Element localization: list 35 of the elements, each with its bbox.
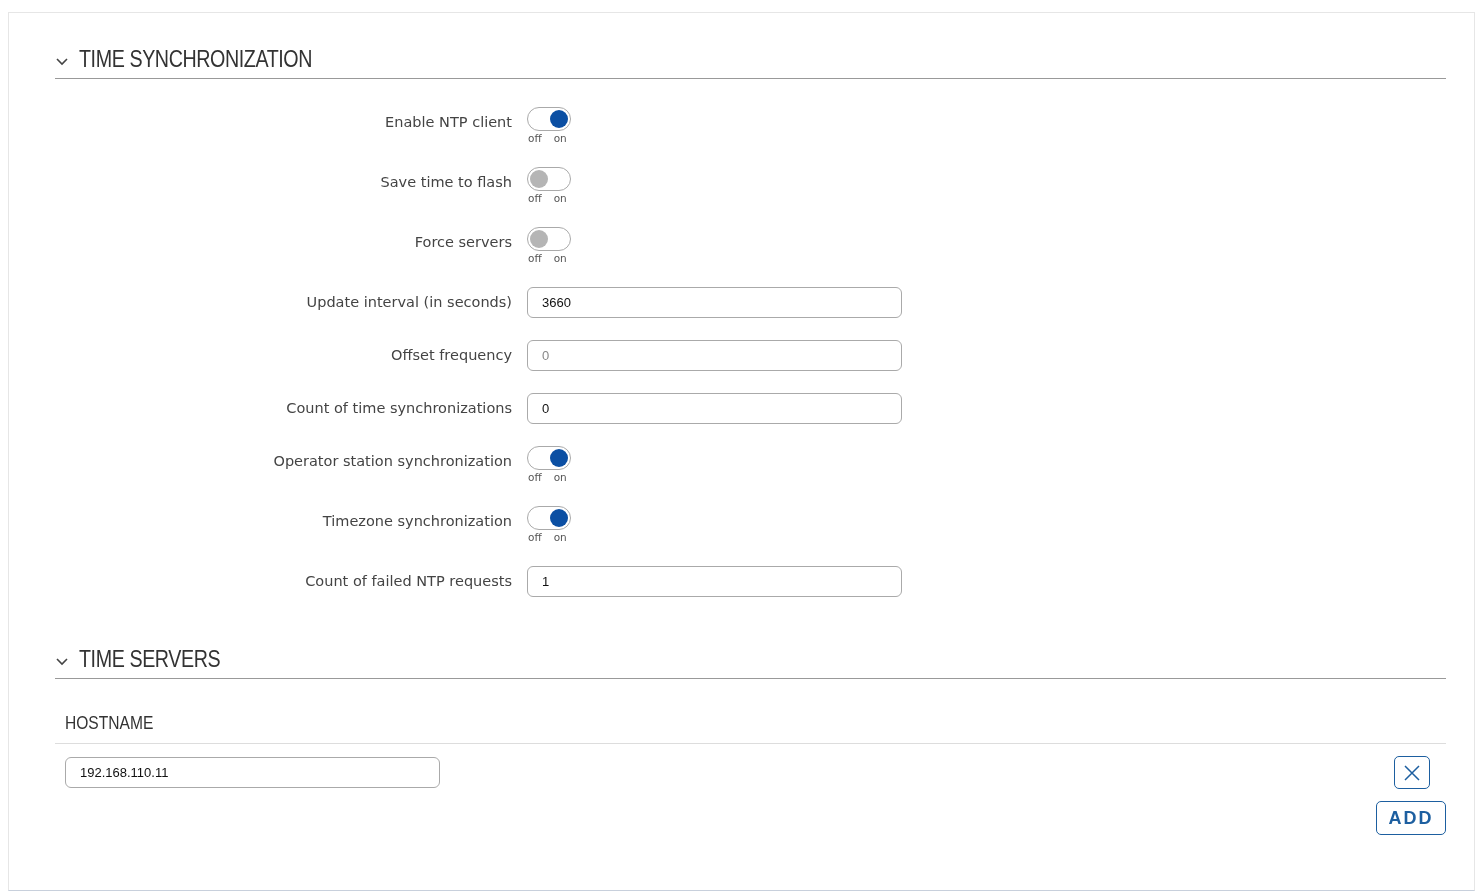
field-label: Timezone synchronization bbox=[321, 511, 513, 531]
field-label: Count of failed NTP requests bbox=[304, 571, 513, 591]
input-field[interactable]: 1 bbox=[527, 565, 902, 597]
on-label: on bbox=[553, 469, 567, 484]
section-title: TIME SYNCHRONIZATION bbox=[79, 45, 313, 74]
field-label: Operator station synchronization bbox=[272, 451, 513, 471]
field-label: Offset frequency bbox=[390, 345, 513, 365]
off-label: off bbox=[528, 250, 542, 265]
toggle-switch[interactable] bbox=[527, 166, 571, 191]
off-label: off bbox=[528, 529, 542, 544]
delete-button[interactable] bbox=[1394, 756, 1430, 790]
input-field[interactable]: 0 bbox=[527, 339, 902, 371]
close-icon bbox=[1403, 763, 1421, 782]
field-label: Force servers bbox=[413, 232, 513, 252]
off-label: off bbox=[528, 469, 542, 484]
column-header: HOSTNAME bbox=[65, 710, 154, 735]
toggle-switch[interactable] bbox=[527, 106, 571, 131]
input-field[interactable]: 3660 bbox=[527, 286, 902, 318]
off-label: off bbox=[528, 130, 542, 145]
hostname-field[interactable]: 192.168.110.11 bbox=[65, 757, 440, 789]
field-label: Enable NTP client bbox=[384, 112, 513, 132]
input-field[interactable]: 0 bbox=[527, 392, 902, 424]
field-label: Save time to flash bbox=[379, 172, 513, 192]
toggle-switch[interactable] bbox=[527, 226, 571, 251]
add-button[interactable]: ADD bbox=[1376, 801, 1446, 836]
section-title: TIME SERVERS bbox=[79, 644, 221, 674]
field-label: Update interval (in seconds) bbox=[305, 292, 513, 312]
on-label: on bbox=[553, 250, 567, 265]
on-label: on bbox=[553, 130, 567, 145]
field-label: Count of time synchronizations bbox=[285, 398, 513, 418]
on-label: on bbox=[553, 190, 567, 205]
toggle-switch[interactable] bbox=[527, 445, 571, 470]
off-label: off bbox=[528, 190, 542, 205]
on-label: on bbox=[553, 529, 567, 544]
toggle-switch[interactable] bbox=[527, 505, 571, 530]
